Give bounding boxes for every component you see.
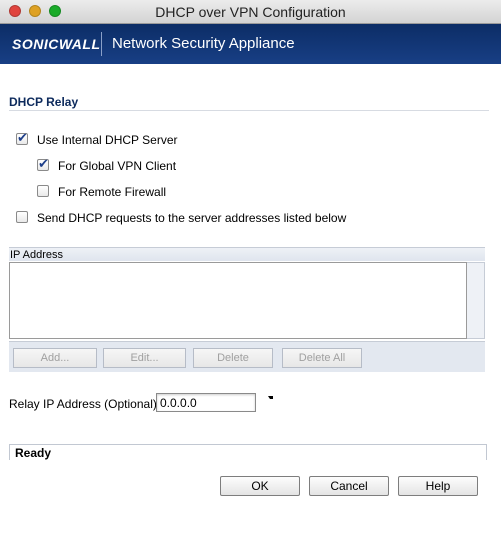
- status-text: Ready: [15, 446, 52, 460]
- ip-address-list[interactable]: [9, 262, 467, 339]
- ip-table-button-bar: Add... Edit... Delete Delete All: [9, 341, 485, 372]
- brand-title: Network Security Appliance: [112, 35, 295, 52]
- delete-button[interactable]: Delete: [193, 348, 273, 368]
- cancel-button[interactable]: Cancel: [309, 476, 389, 496]
- relay-ip-label: Relay IP Address (Optional):: [9, 397, 161, 411]
- section-divider: [9, 110, 489, 111]
- brand-divider: [101, 32, 102, 56]
- send-dhcp-requests-checkbox[interactable]: [16, 211, 28, 223]
- ip-address-column-header[interactable]: IP Address: [9, 247, 485, 261]
- global-vpn-client-label: For Global VPN Client: [58, 159, 177, 173]
- section-title: DHCP Relay: [9, 95, 79, 109]
- brand-header: SONICWALL Network Security Appliance: [0, 24, 501, 64]
- window-titlebar: DHCP over VPN Configuration: [0, 0, 501, 24]
- sonicwall-logo: SONICWALL: [12, 36, 101, 52]
- use-internal-dhcp-label: Use Internal DHCP Server: [37, 133, 178, 147]
- ok-button[interactable]: OK: [220, 476, 300, 496]
- remote-firewall-checkbox[interactable]: [37, 185, 49, 197]
- corner-marker-icon: [268, 396, 273, 399]
- edit-button[interactable]: Edit...: [103, 348, 186, 368]
- send-dhcp-requests-label: Send DHCP requests to the server address…: [37, 211, 347, 225]
- window-title: DHCP over VPN Configuration: [155, 4, 346, 20]
- add-button[interactable]: Add...: [13, 348, 97, 368]
- status-bar: Ready: [9, 444, 487, 460]
- remote-firewall-label: For Remote Firewall: [58, 185, 167, 199]
- delete-all-button[interactable]: Delete All: [282, 348, 362, 368]
- relay-ip-input[interactable]: [156, 393, 256, 412]
- help-button[interactable]: Help: [398, 476, 478, 496]
- use-internal-dhcp-checkbox[interactable]: [16, 131, 28, 147]
- ip-address-list-scrollbar[interactable]: [467, 262, 485, 339]
- global-vpn-client-checkbox[interactable]: [37, 157, 49, 173]
